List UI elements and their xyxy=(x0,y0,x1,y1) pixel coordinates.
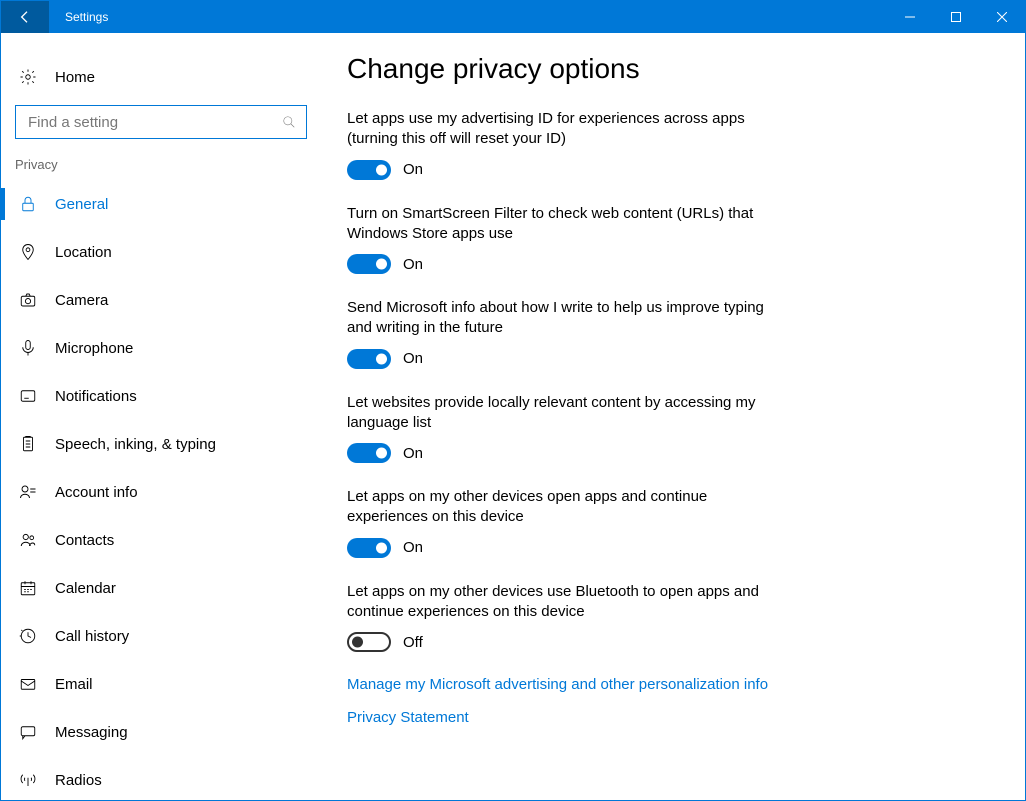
link-privacy-statement[interactable]: Privacy Statement xyxy=(347,709,995,726)
back-button[interactable] xyxy=(1,1,49,33)
link-manage-advertising[interactable]: Manage my Microsoft advertising and othe… xyxy=(347,676,995,693)
toggle-state-label: On xyxy=(403,350,423,367)
sidebar-item-label: Speech, inking, & typing xyxy=(55,436,216,453)
gear-icon xyxy=(19,68,37,86)
camera-icon xyxy=(19,291,37,309)
sidebar-item-label: Account info xyxy=(55,484,138,501)
setting-desc: Let apps on my other devices use Bluetoo… xyxy=(347,582,787,623)
sidebar-item-microphone[interactable]: Microphone xyxy=(1,324,321,372)
setting-bluetooth-devices: Let apps on my other devices use Bluetoo… xyxy=(347,582,787,653)
microphone-icon xyxy=(19,339,37,357)
setting-desc: Let apps use my advertising ID for exper… xyxy=(347,109,787,150)
sidebar-item-label: Notifications xyxy=(55,388,137,405)
sidebar-home-label: Home xyxy=(55,69,95,86)
sidebar-item-contacts[interactable]: Contacts xyxy=(1,516,321,564)
toggle-state-label: On xyxy=(403,445,423,462)
sidebar-item-account[interactable]: Account info xyxy=(1,468,321,516)
sidebar-item-general[interactable]: General xyxy=(1,180,321,228)
lock-icon xyxy=(19,195,37,213)
sidebar-item-label: Email xyxy=(55,676,93,693)
main-content: Change privacy options Let apps use my a… xyxy=(321,33,1025,800)
sidebar-item-label: Location xyxy=(55,244,112,261)
setting-desc: Send Microsoft info about how I write to… xyxy=(347,298,787,339)
setting-advertising-id: Let apps use my advertising ID for exper… xyxy=(347,109,787,180)
sidebar-item-label: Calendar xyxy=(55,580,116,597)
sidebar-item-label: General xyxy=(55,196,108,213)
sidebar-item-callhistory[interactable]: Call history xyxy=(1,612,321,660)
notifications-icon xyxy=(19,387,37,405)
sidebar-item-label: Radios xyxy=(55,772,102,789)
clipboard-icon xyxy=(19,435,37,453)
account-icon xyxy=(19,483,37,501)
sidebar-item-speech[interactable]: Speech, inking, & typing xyxy=(1,420,321,468)
search-box[interactable] xyxy=(15,105,307,139)
minimize-button[interactable] xyxy=(887,1,933,33)
toggle-other-devices[interactable] xyxy=(347,538,391,558)
toggle-advertising-id[interactable] xyxy=(347,160,391,180)
sidebar-item-radios[interactable]: Radios xyxy=(1,756,321,800)
toggle-state-label: On xyxy=(403,539,423,556)
sidebar-item-calendar[interactable]: Calendar xyxy=(1,564,321,612)
toggle-state-label: On xyxy=(403,161,423,178)
email-icon xyxy=(19,675,37,693)
close-button[interactable] xyxy=(979,1,1025,33)
sidebar-item-label: Call history xyxy=(55,628,129,645)
sidebar: Home Privacy General Location Camera xyxy=(1,33,321,800)
sidebar-section-label: Privacy xyxy=(1,157,321,172)
radios-icon xyxy=(19,771,37,789)
toggle-state-label: On xyxy=(403,256,423,273)
sidebar-item-messaging[interactable]: Messaging xyxy=(1,708,321,756)
setting-smartscreen: Turn on SmartScreen Filter to check web … xyxy=(347,204,787,275)
setting-language-list: Let websites provide locally relevant co… xyxy=(347,393,787,464)
sidebar-home[interactable]: Home xyxy=(1,55,321,99)
search-icon xyxy=(282,115,296,129)
toggle-state-label: Off xyxy=(403,634,423,651)
calendar-icon xyxy=(19,579,37,597)
titlebar: Settings xyxy=(1,1,1025,33)
messaging-icon xyxy=(19,723,37,741)
toggle-smartscreen[interactable] xyxy=(347,254,391,274)
search-input[interactable] xyxy=(26,113,282,132)
history-icon xyxy=(19,627,37,645)
sidebar-item-label: Microphone xyxy=(55,340,133,357)
sidebar-item-location[interactable]: Location xyxy=(1,228,321,276)
window-title: Settings xyxy=(65,10,108,24)
setting-desc: Let apps on my other devices open apps a… xyxy=(347,487,787,528)
toggle-bluetooth-devices[interactable] xyxy=(347,632,391,652)
toggle-typing-info[interactable] xyxy=(347,349,391,369)
setting-other-devices: Let apps on my other devices open apps a… xyxy=(347,487,787,558)
toggle-language-list[interactable] xyxy=(347,443,391,463)
maximize-button[interactable] xyxy=(933,1,979,33)
setting-desc: Let websites provide locally relevant co… xyxy=(347,393,787,434)
page-title: Change privacy options xyxy=(347,53,995,85)
sidebar-item-label: Camera xyxy=(55,292,108,309)
sidebar-item-label: Messaging xyxy=(55,724,128,741)
location-icon xyxy=(19,243,37,261)
sidebar-item-notifications[interactable]: Notifications xyxy=(1,372,321,420)
setting-desc: Turn on SmartScreen Filter to check web … xyxy=(347,204,787,245)
sidebar-item-camera[interactable]: Camera xyxy=(1,276,321,324)
contacts-icon xyxy=(19,531,37,549)
sidebar-item-label: Contacts xyxy=(55,532,114,549)
sidebar-item-email[interactable]: Email xyxy=(1,660,321,708)
setting-typing-info: Send Microsoft info about how I write to… xyxy=(347,298,787,369)
